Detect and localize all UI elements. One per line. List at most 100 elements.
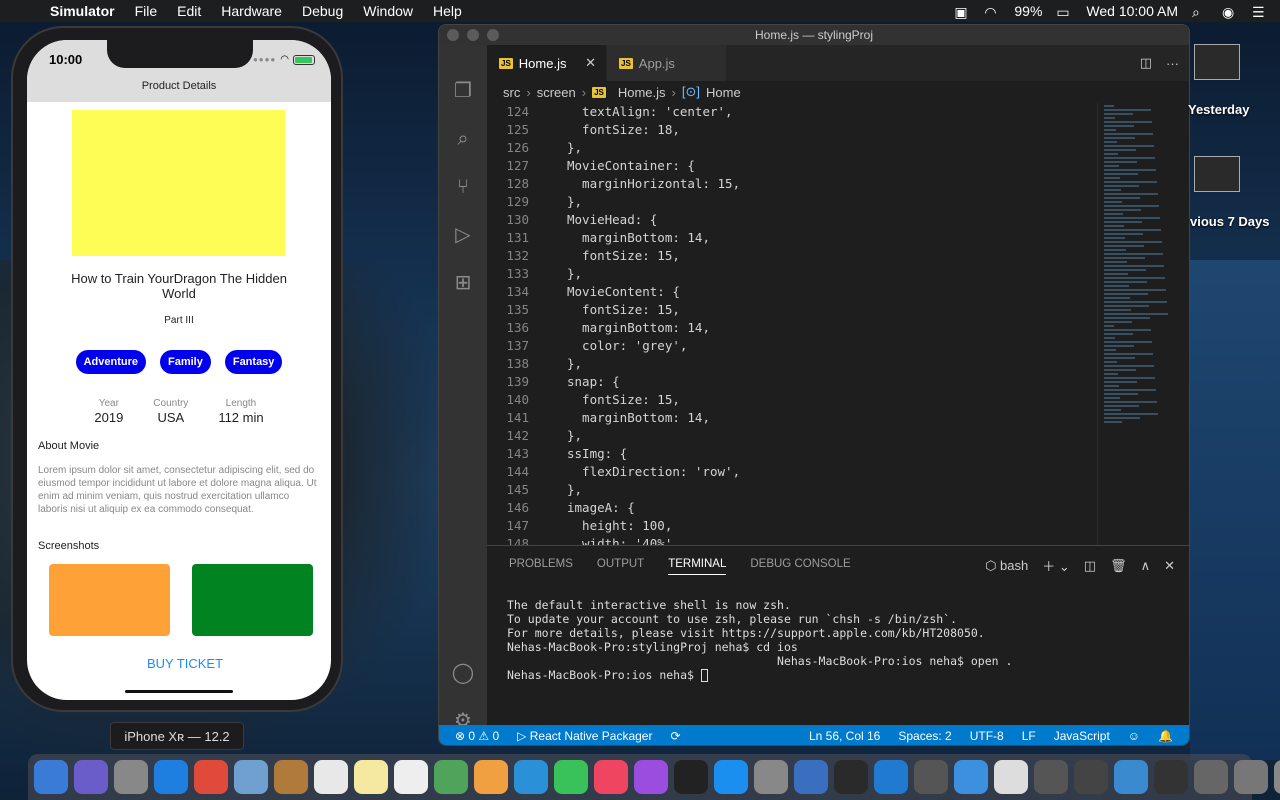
problems-count[interactable]: ⊗ 0 ⚠ 0 [455, 729, 499, 743]
dock-app-icon[interactable] [474, 760, 508, 794]
home-indicator[interactable] [125, 690, 233, 693]
sync-icon[interactable]: ⟳ [670, 729, 680, 743]
tab-app-js[interactable]: JS App.js [607, 45, 727, 81]
code-line[interactable]: 125 fontSize: 18, [487, 121, 1093, 139]
genre-chip-family[interactable]: Family [159, 350, 211, 374]
dock-app-icon[interactable] [1154, 760, 1188, 794]
code-line[interactable]: 140 fontSize: 15, [487, 391, 1093, 409]
screenshot-image-a[interactable] [49, 564, 170, 636]
breadcrumb-src[interactable]: src [503, 85, 520, 100]
kill-terminal-icon[interactable]: 🗑 [1110, 558, 1127, 574]
menu-clock[interactable]: Wed 10:00 AM [1086, 3, 1178, 19]
encoding[interactable]: UTF-8 [970, 729, 1004, 743]
menu-file[interactable]: File [135, 3, 158, 19]
siri-icon[interactable]: ◉ [1222, 4, 1238, 20]
dock-app-icon[interactable] [1074, 760, 1108, 794]
dock-app-icon[interactable] [234, 760, 268, 794]
indentation[interactable]: Spaces: 2 [898, 729, 951, 743]
code-line[interactable]: 124 textAlign: 'center', [487, 103, 1093, 121]
dock-app-icon[interactable] [874, 760, 908, 794]
dock-app-icon[interactable] [74, 760, 108, 794]
minimap[interactable] [1097, 103, 1183, 545]
line-endings[interactable]: LF [1022, 729, 1036, 743]
dock-app-icon[interactable] [434, 760, 468, 794]
dock-app-icon[interactable] [354, 760, 388, 794]
close-panel-icon[interactable]: ✕ [1164, 558, 1175, 574]
screenshot-image-b[interactable] [192, 564, 313, 636]
code-line[interactable]: 137 color: 'grey', [487, 337, 1093, 355]
dock-app-icon[interactable] [714, 760, 748, 794]
code-line[interactable]: 142}, [487, 427, 1093, 445]
maximize-panel-icon[interactable]: ∧ [1141, 558, 1151, 574]
dock-app-icon[interactable] [314, 760, 348, 794]
cursor-position[interactable]: Ln 56, Col 16 [809, 729, 880, 743]
dock-app-icon[interactable] [274, 760, 308, 794]
dock-app-icon[interactable] [194, 760, 228, 794]
dock-app-icon[interactable] [1234, 760, 1268, 794]
code-line[interactable]: 144 flexDirection: 'row', [487, 463, 1093, 481]
screenshot-icon[interactable]: ▣ [954, 4, 970, 20]
dock-app-icon[interactable] [634, 760, 668, 794]
close-tab-icon[interactable]: ✕ [585, 55, 596, 71]
buy-ticket-button[interactable]: BUY TICKET [27, 656, 331, 671]
code-line[interactable]: 133}, [487, 265, 1093, 283]
genre-chip-adventure[interactable]: Adventure [75, 350, 146, 374]
dock-app-icon[interactable] [594, 760, 628, 794]
battery-percent[interactable]: 99% [1014, 3, 1042, 19]
code-line[interactable]: 135 fontSize: 15, [487, 301, 1093, 319]
dock-app-icon[interactable] [394, 760, 428, 794]
dock-app-icon[interactable] [754, 760, 788, 794]
code-line[interactable]: 134 MovieContent: { [487, 283, 1093, 301]
notifications-icon[interactable]: 🔔 [1158, 729, 1173, 743]
source-control-icon[interactable]: ⑂ [451, 175, 475, 199]
account-icon[interactable]: ◯ [451, 661, 475, 685]
dock-app-icon[interactable] [1034, 760, 1068, 794]
code-line[interactable]: 139 snap: { [487, 373, 1093, 391]
search-icon[interactable]: ⌕ [451, 127, 475, 151]
dock-app-icon[interactable] [794, 760, 828, 794]
terminal-output[interactable]: The default interactive shell is now zsh… [507, 598, 1012, 682]
spotlight-icon[interactable]: ⌕ [1192, 4, 1208, 20]
menu-help[interactable]: Help [433, 3, 462, 19]
dock-app-icon[interactable] [1194, 760, 1228, 794]
shell-selector[interactable]: ⬡ bash [985, 558, 1028, 574]
dock-app-icon[interactable] [154, 760, 188, 794]
code-line[interactable]: 136 marginBottom: 14, [487, 319, 1093, 337]
wifi-icon[interactable]: ◠ [984, 4, 1000, 20]
menu-edit[interactable]: Edit [177, 3, 201, 19]
battery-icon[interactable]: ▭ [1056, 4, 1072, 20]
breadcrumb-screen[interactable]: screen [537, 85, 576, 100]
feedback-icon[interactable]: ☺ [1128, 729, 1140, 743]
code-line[interactable]: 148 width: '40%', [487, 535, 1093, 545]
desktop-folder-thumbnail[interactable] [1194, 156, 1240, 192]
dock-app-icon[interactable] [914, 760, 948, 794]
panel-tab-problems[interactable]: PROBLEMS [509, 558, 573, 570]
code-line[interactable]: 143 ssImg: { [487, 445, 1093, 463]
menu-hardware[interactable]: Hardware [221, 3, 282, 19]
dock-app-icon[interactable] [514, 760, 548, 794]
language-mode[interactable]: JavaScript [1054, 729, 1110, 743]
code-line[interactable]: 138}, [487, 355, 1093, 373]
panel-tab-terminal[interactable]: TERMINAL [668, 558, 727, 575]
control-center-icon[interactable]: ☰ [1252, 4, 1268, 20]
code-line[interactable]: 131 marginBottom: 14, [487, 229, 1093, 247]
code-line[interactable]: 127 MovieContainer: { [487, 157, 1093, 175]
split-editor-icon[interactable]: ◫ [1140, 55, 1152, 71]
explorer-icon[interactable]: ❐ [451, 79, 475, 103]
dock-app-icon[interactable] [954, 760, 988, 794]
code-line[interactable]: 126}, [487, 139, 1093, 157]
dock-app-icon[interactable] [994, 760, 1028, 794]
dock-app-icon[interactable] [554, 760, 588, 794]
desktop-folder-thumbnail[interactable] [1194, 44, 1240, 80]
tab-home-js[interactable]: JS Home.js ✕ [487, 45, 607, 81]
dock-app-icon[interactable] [834, 760, 868, 794]
dock-app-icon[interactable] [1114, 760, 1148, 794]
code-line[interactable]: 145}, [487, 481, 1093, 499]
menu-window[interactable]: Window [363, 3, 413, 19]
extensions-icon[interactable]: ⊞ [451, 271, 475, 295]
code-editor[interactable]: 124 textAlign: 'center', 125 fontSize: 18… [487, 103, 1093, 545]
new-terminal-icon[interactable]: ＋ ⌄ [1042, 556, 1070, 575]
dock-app-icon[interactable] [34, 760, 68, 794]
code-line[interactable]: 130 MovieHead: { [487, 211, 1093, 229]
run-debug-icon[interactable]: ▷ [451, 223, 475, 247]
